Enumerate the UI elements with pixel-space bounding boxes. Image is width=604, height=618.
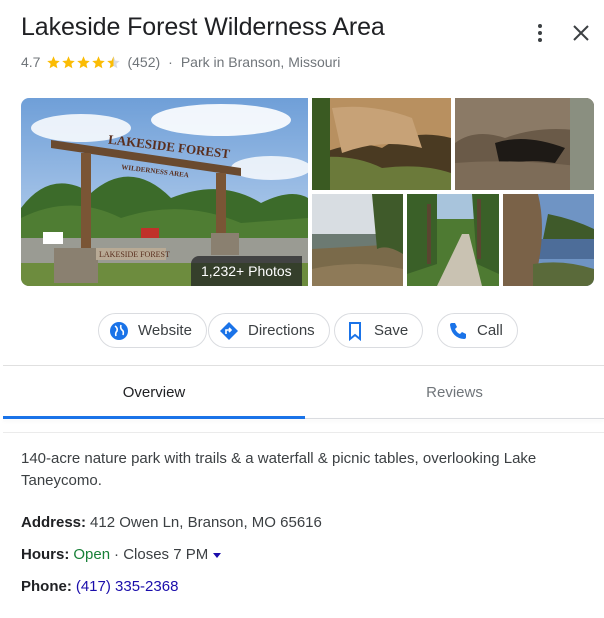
rating-value: 4.7 [21,54,41,70]
base-sign-text: LAKESIDE FOREST [99,250,170,259]
photo-thumbnail[interactable] [503,194,594,286]
photo-count-badge[interactable]: 1,232+ Photos [191,256,302,286]
tab-reviews[interactable]: Reviews [305,366,604,418]
hours-status: Open [73,546,111,563]
website-label: Website [138,322,192,339]
phone-number-link[interactable]: (417) 335-2368 [76,578,179,595]
star-icon [47,55,61,68]
star-icon [77,55,91,68]
website-button[interactable]: Website [98,313,207,348]
more-dot-icon [538,24,542,28]
place-description: 140-acre nature park with trails & a wat… [21,450,537,489]
photo-thumbnail[interactable] [312,194,403,286]
more-dot-icon [538,31,542,35]
active-tab-indicator [3,416,305,419]
globe-icon [109,321,129,341]
place-title: Lakeside Forest Wilderness Area [21,13,385,41]
directions-icon [219,321,239,341]
photo-thumbnail[interactable] [407,194,499,286]
close-icon [573,25,589,41]
chevron-down-icon[interactable] [213,553,222,558]
place-meta: 4.7 (452) · Park in Branson, Missouri [21,54,340,70]
phone-icon [448,321,468,341]
photo-thumbnail[interactable] [455,98,594,190]
address-value[interactable]: 412 Owen Ln, Branson, MO 65616 [90,514,322,531]
star-icon [62,55,76,68]
action-bar: Website Directions Save Call [0,313,604,349]
close-button[interactable] [569,21,593,45]
section-divider [3,432,604,433]
star-icon [92,55,106,68]
star-rating [46,55,121,70]
save-label: Save [374,322,409,339]
main-photo[interactable]: LAKESIDE FOREST WILDERNESS AREA LAKESIDE… [21,98,308,286]
meta-separator: · [168,54,173,70]
call-label: Call [477,322,503,339]
review-count[interactable]: (452) [127,54,160,70]
hours-detail[interactable]: · Closes 7 PM [114,546,208,563]
address-row: Address: 412 Owen Ln, Branson, MO 65616 [21,514,322,531]
address-label: Address: [21,514,87,531]
tab-overview[interactable]: Overview [3,366,305,418]
hours-label: Hours: [21,546,70,563]
tab-bar: Overview Reviews [3,366,604,418]
directions-button[interactable]: Directions [208,313,330,348]
place-category: Park in Branson, Missouri [180,54,341,70]
photo-thumbnail[interactable] [312,98,451,190]
call-button[interactable]: Call [437,313,518,348]
half-star-icon [107,55,121,68]
hours-row: Hours: Open · Closes 7 PM [21,546,222,563]
phone-row: Phone: (417) 335-2368 [21,578,178,595]
more-options-button[interactable] [529,20,551,46]
more-dot-icon [538,38,542,42]
phone-label: Phone: [21,578,72,595]
bookmark-icon [345,321,365,341]
save-button[interactable]: Save [334,313,424,348]
directions-label: Directions [248,322,315,339]
photo-gallery: LAKESIDE FOREST WILDERNESS AREA LAKESIDE… [21,98,594,286]
